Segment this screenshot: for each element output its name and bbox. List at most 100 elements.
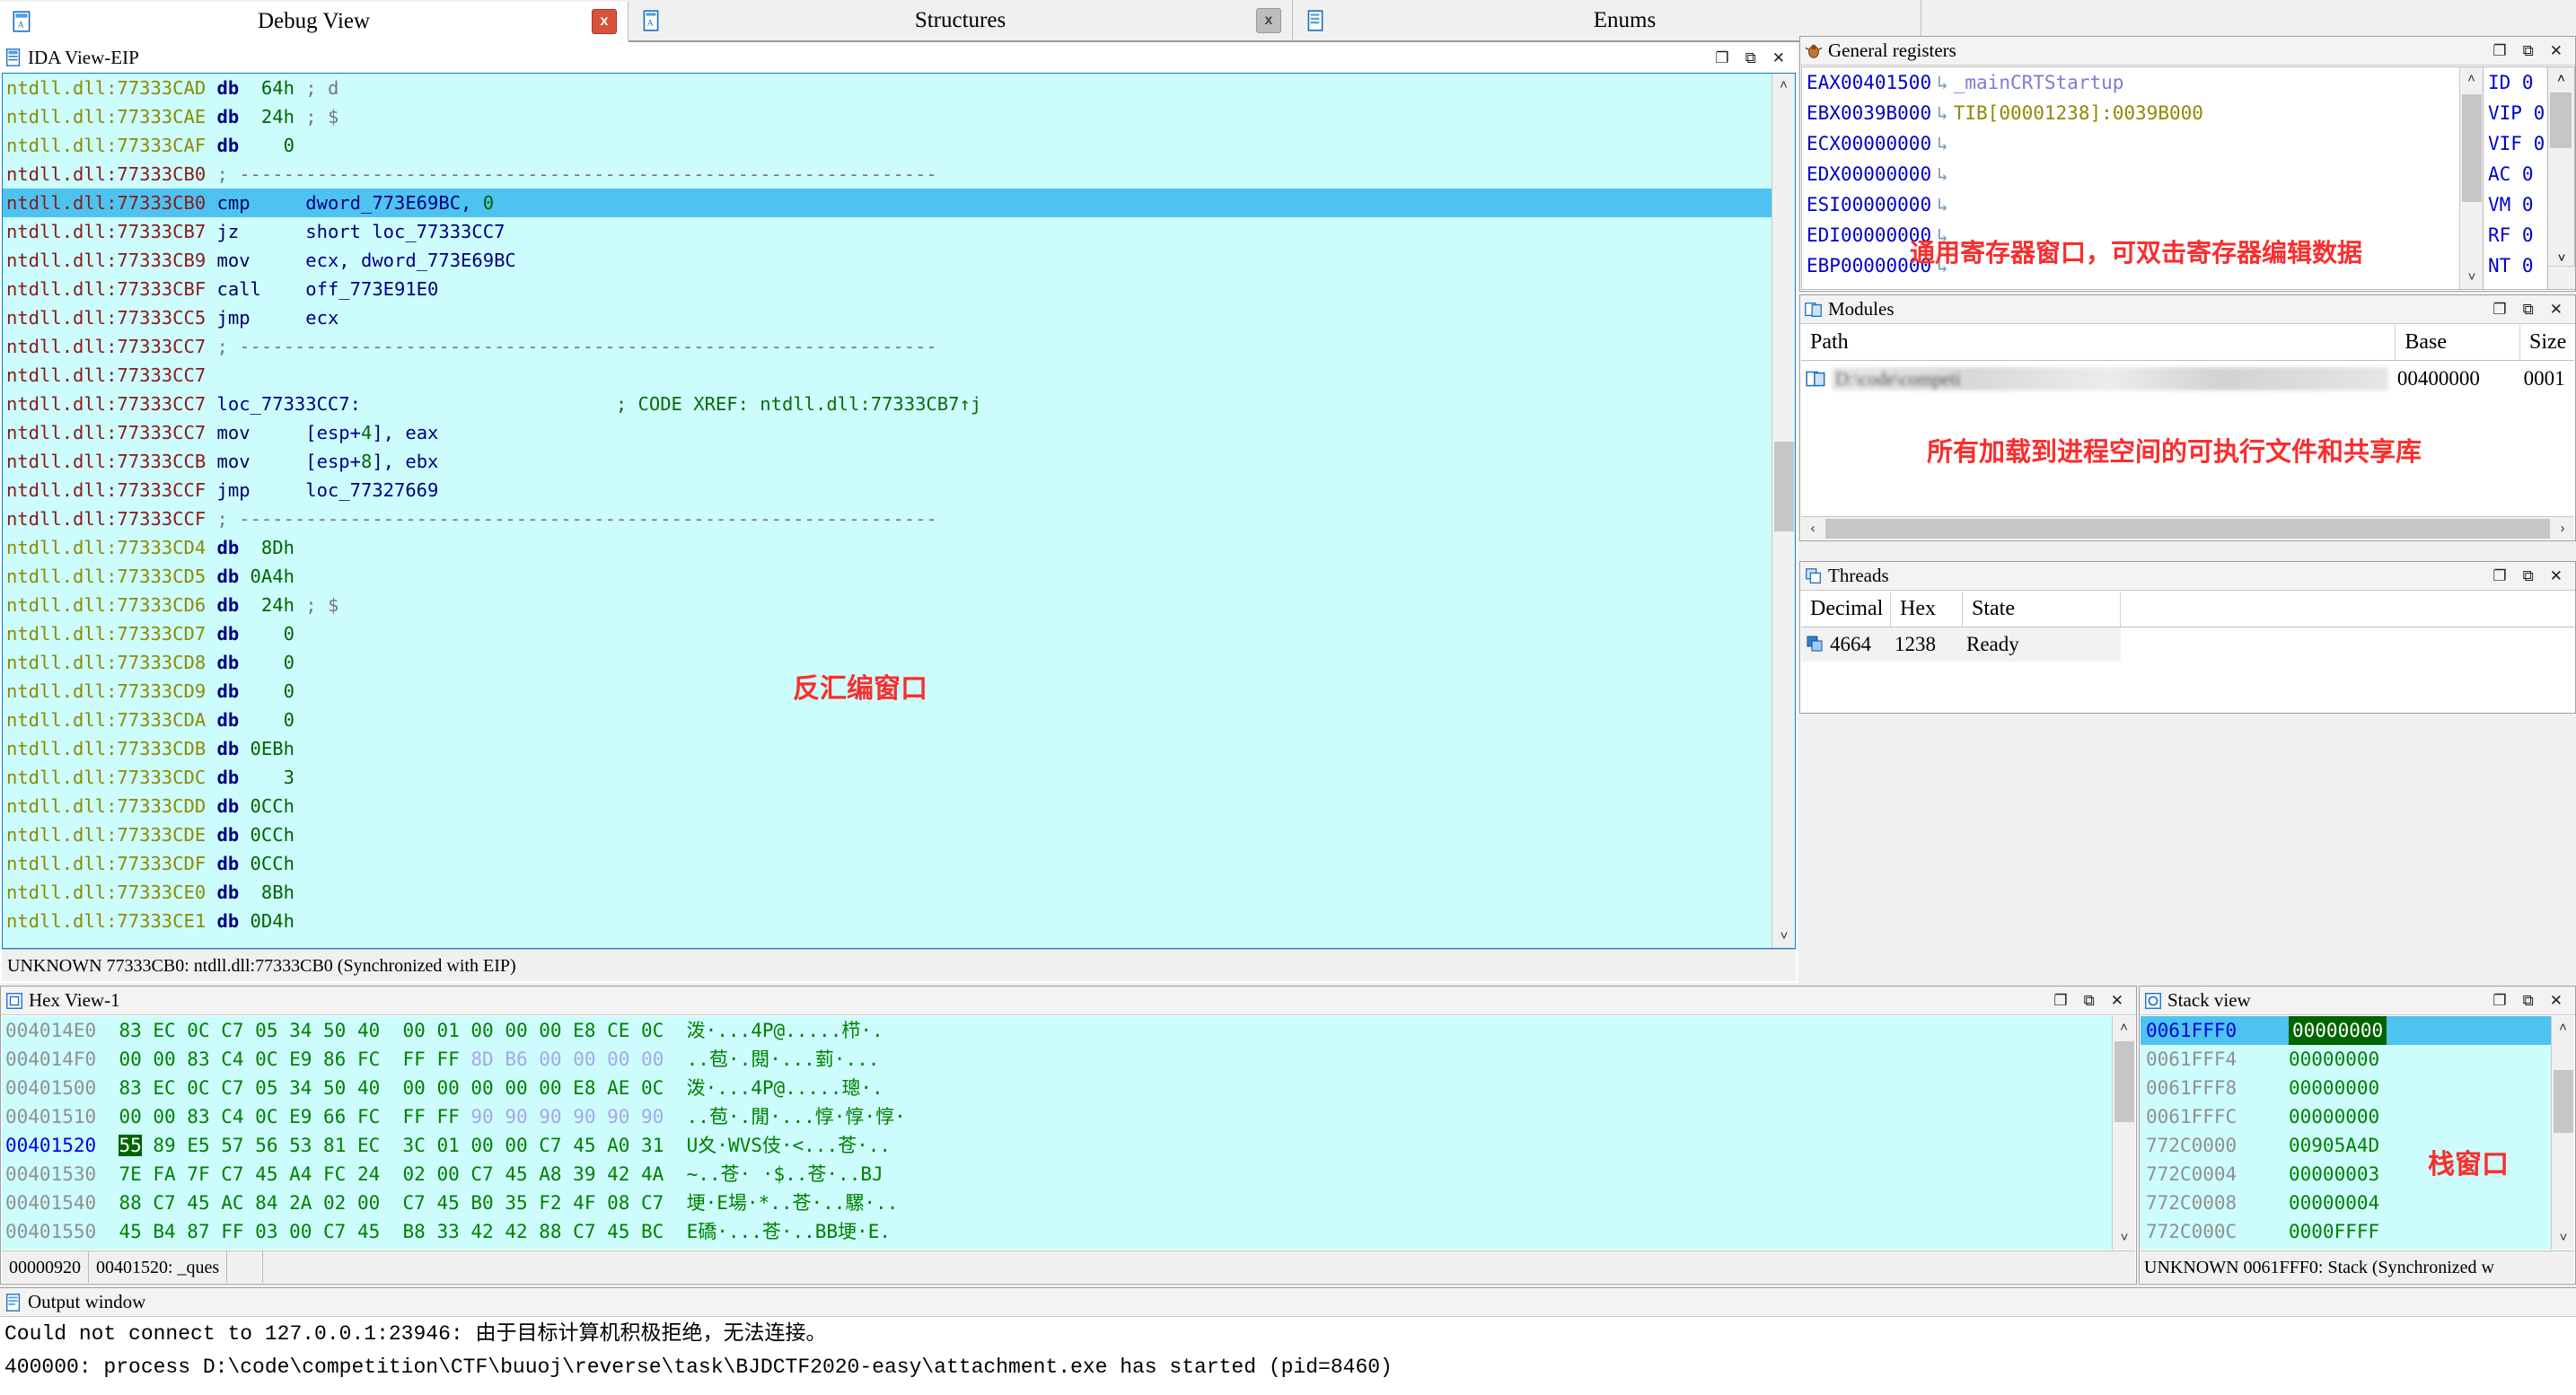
- tab-enums[interactable]: Enums: [1293, 0, 1921, 40]
- table-row[interactable]: 00400000 0001: [1801, 361, 2574, 397]
- flag-row[interactable]: ID 0: [2484, 67, 2547, 98]
- scroll-down-icon[interactable]: ˅: [2460, 266, 2484, 289]
- disassembly-line[interactable]: ntdll.dll:77333CD6 db 24h ; $: [3, 591, 1795, 619]
- stack-row[interactable]: 0061FFF400000000: [2141, 1045, 2574, 1074]
- disassembly-line[interactable]: ntdll.dll:77333CDE db 0CCh: [3, 820, 1795, 849]
- scroll-down-icon[interactable]: ˅: [2548, 250, 2575, 266]
- scroll-up-icon[interactable]: ˄: [2552, 1016, 2574, 1040]
- modules-hscrollbar[interactable]: ‹ ›: [1801, 516, 2574, 540]
- disassembly-line[interactable]: ntdll.dll:77333CB0 cmp dword_773E69BC, 0: [3, 189, 1795, 217]
- scroll-thumb[interactable]: [2114, 1041, 2134, 1122]
- hex-row[interactable]: 00401520 55 89 E5 57 56 53 81 EC 3C 01 0…: [2, 1131, 2135, 1160]
- maximize-icon[interactable]: ⧉: [2084, 993, 2095, 1008]
- stack-row[interactable]: 0061FFF000000000: [2141, 1016, 2574, 1045]
- flag-row[interactable]: VIF 0: [2484, 128, 2547, 159]
- stackview-vscrollbar[interactable]: ˄ ˅: [2551, 1016, 2574, 1250]
- disassembly-line[interactable]: ntdll.dll:77333CB0 ; -------------------…: [3, 160, 1795, 189]
- disassembly-line[interactable]: ntdll.dll:77333CDA db 0: [3, 706, 1795, 734]
- column-header-state[interactable]: State: [1963, 592, 2121, 627]
- modules-body[interactable]: Path Base Size 00400000 0001 所有加载到进程空间的可…: [1801, 325, 2574, 540]
- disassembly-line[interactable]: ntdll.dll:77333CCF ; -------------------…: [3, 504, 1795, 533]
- restore-icon[interactable]: ❐: [2492, 993, 2506, 1008]
- restore-icon[interactable]: ❐: [1715, 50, 1728, 66]
- flag-row[interactable]: RF 0: [2484, 220, 2547, 250]
- hexview-listing[interactable]: 004014E0 83 EC 0C C7 05 34 50 40 00 01 0…: [2, 1016, 2135, 1250]
- disassembly-line[interactable]: ntdll.dll:77333CDC db 3: [3, 763, 1795, 792]
- scroll-down-icon[interactable]: ˅: [1772, 925, 1796, 948]
- hex-row[interactable]: 00401500 83 EC 0C C7 05 34 50 40 00 00 0…: [2, 1074, 2135, 1102]
- column-header-size[interactable]: Size: [2520, 325, 2574, 360]
- disassembly-line[interactable]: ntdll.dll:77333CD5 db 0A4h: [3, 562, 1795, 591]
- close-icon[interactable]: ✕: [2550, 43, 2563, 58]
- scroll-thumb[interactable]: [1774, 442, 1794, 531]
- registers-flags-list[interactable]: ID 0VIP 0VIF 0AC 0VM 0RF 0NT 0: [2484, 66, 2548, 290]
- hex-row[interactable]: 004014F0 00 00 83 C4 0C E9 86 FC FF FF 8…: [2, 1045, 2135, 1074]
- disassembly-line[interactable]: ntdll.dll:77333CBF call off_773E91E0: [3, 275, 1795, 303]
- disassembly-line[interactable]: ntdll.dll:77333CC7 mov [esp+4], eax: [3, 418, 1795, 447]
- disassembly-line[interactable]: ntdll.dll:77333CB7 jz short loc_77333CC7: [3, 217, 1795, 246]
- scroll-up-icon[interactable]: ˄: [1772, 74, 1795, 97]
- scroll-down-icon[interactable]: ˅: [2113, 1226, 2135, 1250]
- close-icon[interactable]: ✕: [2111, 993, 2123, 1008]
- stackview-listing[interactable]: 0061FFF0000000000061FFF4000000000061FFF8…: [2141, 1016, 2574, 1250]
- hex-row[interactable]: 00401550 45 B4 87 FF 03 00 C7 45 B8 33 4…: [2, 1217, 2135, 1246]
- disassembly-line[interactable]: ntdll.dll:77333CB9 mov ecx, dword_773E69…: [3, 246, 1795, 275]
- maximize-icon[interactable]: ⧉: [2523, 568, 2534, 583]
- hex-row[interactable]: 00401530 7E FA 7F C7 45 A4 FC 24 02 00 C…: [2, 1160, 2135, 1189]
- close-icon[interactable]: ✕: [2550, 568, 2563, 583]
- flag-row[interactable]: VIP 0: [2484, 98, 2547, 128]
- disassembly-line[interactable]: ntdll.dll:77333CE0 db 8Bh: [3, 878, 1795, 907]
- register-row[interactable]: EDX00000000↳: [1802, 159, 2483, 189]
- hex-row[interactable]: 00401540 88 C7 45 AC 84 2A 02 00 C7 45 B…: [2, 1189, 2135, 1217]
- register-row[interactable]: ESI00000000↳: [1802, 189, 2483, 220]
- scroll-thumb[interactable]: [1825, 519, 2550, 539]
- disassembly-vscrollbar[interactable]: ˄ ˅: [1772, 74, 1795, 948]
- table-row[interactable]: 4664 1238 Ready: [1801, 627, 2121, 662]
- stack-row[interactable]: 0061FFF800000000: [2141, 1074, 2574, 1102]
- flag-row[interactable]: VM 0: [2484, 189, 2547, 220]
- flags-hscroll[interactable]: [2548, 266, 2575, 289]
- output-log[interactable]: Could not connect to 127.0.0.1:23946: 由于…: [1, 1318, 2575, 1395]
- maximize-icon[interactable]: ⧉: [2523, 43, 2534, 58]
- maximize-icon[interactable]: ⧉: [2523, 302, 2534, 317]
- disassembly-line[interactable]: ntdll.dll:77333CDF db 0CCh: [3, 849, 1795, 878]
- disassembly-line[interactable]: ntdll.dll:77333CDD db 0CCh: [3, 792, 1795, 820]
- register-row[interactable]: ECX00000000↳: [1802, 128, 2483, 159]
- close-icon[interactable]: ✕: [2550, 993, 2563, 1008]
- tab-debug-view[interactable]: A Debug View x: [0, 2, 629, 42]
- scroll-left-icon[interactable]: ‹: [1801, 521, 1824, 536]
- disassembly-line[interactable]: ntdll.dll:77333CAF db 0: [3, 131, 1795, 160]
- disassembly-line[interactable]: ntdll.dll:77333CC7 ; -------------------…: [3, 332, 1795, 361]
- stack-row[interactable]: 772C000400000003: [2141, 1160, 2574, 1189]
- disassembly-listing[interactable]: ntdll.dll:77333CAD db 64h ; dntdll.dll:7…: [2, 73, 1796, 949]
- registers-vscrollbar[interactable]: ˄ ˅: [2459, 67, 2483, 289]
- hex-row[interactable]: 00401510 00 00 83 C4 0C E9 66 FC FF FF 9…: [2, 1102, 2135, 1131]
- disassembly-line[interactable]: ntdll.dll:77333CCB mov [esp+8], ebx: [3, 447, 1795, 476]
- module-path[interactable]: [1832, 367, 2388, 390]
- maximize-icon[interactable]: ⧉: [1745, 50, 1756, 66]
- restore-icon[interactable]: ❐: [2492, 43, 2506, 58]
- disassembly-line[interactable]: ntdll.dll:77333CAE db 24h ; $: [3, 102, 1795, 131]
- tab-structures[interactable]: A Structures x: [629, 0, 1293, 40]
- stack-row[interactable]: 772C000000905A4D: [2141, 1131, 2574, 1160]
- scroll-up-icon[interactable]: ˄: [2548, 67, 2574, 91]
- hexview-vscrollbar[interactable]: ˄ ˅: [2112, 1016, 2135, 1250]
- disassembly-line[interactable]: ntdll.dll:77333CC7: [3, 361, 1795, 390]
- scroll-thumb[interactable]: [2462, 94, 2482, 202]
- disassembly-line[interactable]: ntdll.dll:77333CC7 loc_77333CC7: ; CODE …: [3, 390, 1795, 418]
- scroll-down-icon[interactable]: ˅: [2552, 1226, 2574, 1250]
- column-header-hex[interactable]: Hex: [1891, 592, 1963, 627]
- disassembly-line[interactable]: ntdll.dll:77333CDB db 0EBh: [3, 734, 1795, 763]
- flag-row[interactable]: AC 0: [2484, 159, 2547, 189]
- stack-row[interactable]: 772C000C0000FFFF: [2141, 1217, 2574, 1246]
- restore-icon[interactable]: ❐: [2492, 302, 2506, 317]
- disassembly-line[interactable]: ntdll.dll:77333CCF jmp loc_77327669: [3, 476, 1795, 504]
- close-icon[interactable]: x: [1256, 8, 1281, 33]
- stack-row[interactable]: 772C000800000004: [2141, 1189, 2574, 1217]
- column-header-path[interactable]: Path: [1801, 325, 2396, 360]
- scroll-up-icon[interactable]: ˄: [2460, 67, 2483, 91]
- scroll-right-icon[interactable]: ›: [2551, 521, 2574, 536]
- close-icon[interactable]: ✕: [1772, 50, 1785, 66]
- threads-body[interactable]: Decimal Hex State 4664 1238 Ready: [1801, 592, 2574, 712]
- disassembly-line[interactable]: ntdll.dll:77333CD4 db 8Dh: [3, 533, 1795, 562]
